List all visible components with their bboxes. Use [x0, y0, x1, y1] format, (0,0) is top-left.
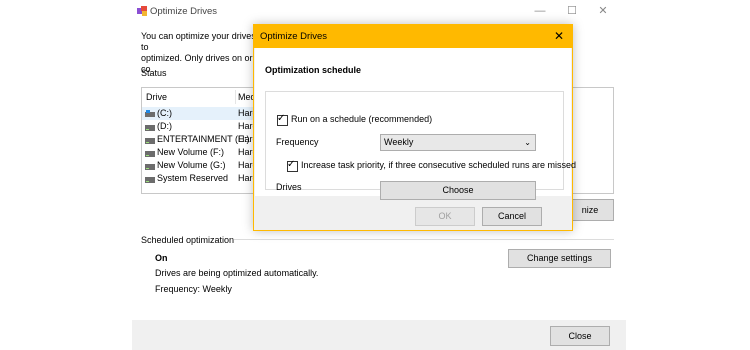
drive-name: System Reserved [157, 173, 229, 183]
section-divider [234, 239, 614, 240]
drive-name: New Volume (G:) [157, 160, 226, 170]
drive-row-c[interactable]: (C:) Hard [142, 107, 260, 120]
window-footer: Close [132, 320, 626, 350]
dialog-heading: Optimization schedule [265, 65, 362, 75]
drive-name: ENTERTAINMENT (E:) [157, 134, 250, 144]
frequency-selected-value: Weekly [384, 137, 414, 147]
drive-name: (C:) [157, 108, 172, 118]
increase-priority-checkbox[interactable]: ✓ [287, 159, 298, 172]
drive-name: New Volume (F:) [157, 147, 225, 157]
schedule-state: On [155, 253, 168, 263]
drive-row-d[interactable]: (D:) Hard [142, 120, 260, 133]
schedule-description: Drives are being optimized automatically… [155, 268, 319, 278]
run-on-schedule-checkbox[interactable]: ✓ [277, 113, 288, 126]
hard-drive-icon [145, 162, 155, 170]
close-button[interactable]: Close [550, 326, 610, 346]
run-on-schedule-label[interactable]: Run on a schedule (recommended) [291, 114, 432, 124]
frequency-dropdown[interactable]: Weekly ⌄ [380, 134, 536, 151]
hard-drive-icon [145, 123, 155, 131]
chevron-down-icon: ⌄ [524, 138, 531, 147]
change-settings-button[interactable]: Change settings [508, 249, 611, 268]
drive-row-e[interactable]: ENTERTAINMENT (E:) Hard [142, 133, 260, 146]
drive-name: (D:) [157, 121, 172, 131]
choose-drives-button[interactable]: Choose [380, 181, 536, 200]
dialog-title: Optimize Drives [260, 31, 328, 42]
frequency-label: Frequency [276, 137, 319, 147]
status-label: Status [141, 68, 167, 78]
drives-list[interactable]: Drive Med (C:) Hard (D:) Hard ENTERTAINM… [141, 87, 261, 194]
ok-button[interactable]: OK [415, 207, 475, 226]
dialog-titlebar: Optimize Drives ✕ [254, 25, 572, 48]
close-icon[interactable]: ✕ [552, 29, 566, 43]
drive-row-system-reserved[interactable]: System Reserved Hard [142, 172, 260, 185]
maximize-button[interactable]: ☐ [564, 3, 580, 19]
hard-drive-icon [145, 136, 155, 144]
minimize-button[interactable]: — [532, 3, 548, 19]
description-line-1: You can optimize your drives to [141, 31, 256, 52]
drives-list-right-edge [568, 87, 614, 194]
column-header-drive[interactable]: Drive [146, 92, 167, 102]
column-separator[interactable] [235, 90, 236, 104]
checkmark-icon: ✓ [287, 159, 296, 170]
scheduled-optimization-label: Scheduled optimization [141, 235, 235, 245]
optimization-schedule-dialog: Optimize Drives ✕ Optimization schedule … [253, 24, 576, 231]
hard-drive-icon [145, 175, 155, 183]
checkmark-icon: ✓ [277, 113, 286, 124]
window-titlebar: Optimize Drives — ☐ ✕ [132, 0, 626, 24]
close-window-button[interactable]: ✕ [595, 3, 611, 19]
drives-label: Drives [276, 182, 302, 192]
schedule-frequency: Frequency: Weekly [155, 284, 232, 294]
window-title: Optimize Drives [150, 6, 218, 17]
optimize-button[interactable]: nize [566, 199, 614, 221]
dialog-content: Optimization schedule ✓ Run on a schedul… [255, 48, 576, 200]
drive-row-g[interactable]: New Volume (G:) Hard [142, 159, 260, 172]
optimize-drives-app-icon [137, 6, 147, 16]
hard-drive-icon [145, 149, 155, 157]
system-drive-icon [145, 110, 155, 117]
drive-row-f[interactable]: New Volume (F:) Hard [142, 146, 260, 159]
increase-priority-label[interactable]: Increase task priority, if three consecu… [301, 160, 576, 170]
cancel-button[interactable]: Cancel [482, 207, 542, 226]
